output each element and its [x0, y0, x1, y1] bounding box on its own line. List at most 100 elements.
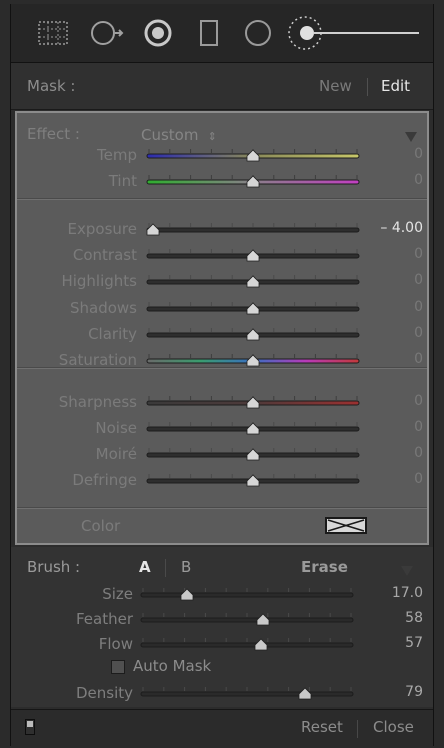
adjustment-label-highlights: Highlights: [61, 272, 137, 290]
brush-value-size[interactable]: 17.0: [363, 585, 423, 601]
effect-preset-value: Custom: [141, 126, 199, 144]
panel-switch-icon[interactable]: [25, 719, 35, 739]
adjustment-value-defringe[interactable]: 0: [363, 471, 423, 487]
slider-moire[interactable]: [145, 446, 361, 461]
slider-thumb: [246, 149, 260, 162]
slider-thumb: [246, 249, 260, 262]
new-mask-button[interactable]: New: [319, 77, 352, 95]
brush-value-density[interactable]: 79: [363, 684, 423, 700]
adjustment-value-shadows[interactable]: 0: [363, 299, 423, 315]
adjustment-label-moire: Moiré: [95, 445, 137, 463]
slider-contrast[interactable]: [145, 247, 361, 262]
adjustment-label-exposure: Exposure: [67, 220, 137, 238]
slider-thumb: [246, 275, 260, 288]
slider-track: [140, 592, 354, 598]
slider-noise[interactable]: [145, 420, 361, 435]
effect-preset-dropdown[interactable]: Custom ⇕: [141, 125, 217, 144]
slider-highlights[interactable]: [145, 273, 361, 288]
adjustment-label-contrast: Contrast: [72, 246, 137, 264]
up-down-arrows-icon: ⇕: [207, 130, 217, 143]
slider-defringe[interactable]: [145, 472, 361, 487]
effect-label: Effect :: [27, 125, 80, 143]
slider-thumb: [246, 448, 260, 461]
slider-thumb: [246, 302, 260, 315]
brush-erase-button[interactable]: Erase: [301, 558, 348, 576]
spot-removal-icon[interactable]: [89, 18, 129, 52]
slider-thumb: [246, 354, 260, 367]
brush-collapse-triangle-icon[interactable]: [401, 561, 413, 580]
brush-label-size: Size: [102, 585, 133, 603]
auto-mask-label: Auto Mask: [133, 657, 212, 675]
red-eye-icon[interactable]: [143, 18, 173, 52]
tool-strip: [11, 4, 433, 63]
brush-slider-size[interactable]: [139, 586, 355, 601]
brush-value-flow[interactable]: 57: [363, 635, 423, 651]
close-button[interactable]: Close: [373, 718, 414, 736]
brush-label-flow: Flow: [98, 635, 133, 653]
section-divider: [17, 507, 427, 509]
slider-track: [140, 642, 354, 648]
slider-thumb: [254, 638, 268, 651]
develop-panel: Mask : New Edit Effect : Custom ⇕ Temp 0 T…: [10, 4, 434, 747]
adjustment-label-tint: Tint: [108, 172, 137, 190]
adjustment-value-clarity[interactable]: 0: [363, 325, 423, 341]
slider-thumb: [246, 422, 260, 435]
adjustment-label-defringe: Defringe: [72, 471, 137, 489]
adjustment-label-sharpness: Sharpness: [58, 393, 137, 411]
adjustment-value-saturation[interactable]: 0: [363, 351, 423, 367]
brush-b-button[interactable]: B: [181, 558, 191, 576]
graduated-filter-icon[interactable]: [197, 18, 221, 52]
section-divider: [17, 367, 427, 369]
slider-shadows[interactable]: [145, 300, 361, 315]
slider-track: [140, 691, 354, 697]
adjustment-value-sharpness[interactable]: 0: [363, 393, 423, 409]
section-divider: [17, 198, 427, 200]
slider-temp[interactable]: [145, 147, 361, 162]
slider-thumb: [246, 474, 260, 487]
brush-section: Brush : A B Erase Size 17.0 Feather 58 Flow 5…: [11, 547, 433, 707]
adjustment-label-noise: Noise: [95, 419, 137, 437]
edit-mask-button[interactable]: Edit: [381, 77, 410, 95]
reset-button[interactable]: Reset: [301, 718, 343, 736]
brush-slider-flow[interactable]: [139, 636, 355, 651]
slider-thumb: [180, 588, 194, 601]
adjustment-value-contrast[interactable]: 0: [363, 246, 423, 262]
slider-tint[interactable]: [145, 173, 361, 188]
slider-saturation[interactable]: [145, 352, 361, 367]
brush-label: Brush :: [27, 558, 81, 576]
mask-label: Mask :: [27, 77, 76, 95]
footer-divider: [357, 720, 358, 738]
slider-track: [146, 227, 360, 233]
adjustment-value-moire[interactable]: 0: [363, 445, 423, 461]
brush-slider-density[interactable]: [139, 685, 355, 700]
no-color-swatch-icon[interactable]: [325, 517, 367, 538]
brush-a-button[interactable]: A: [139, 558, 151, 576]
brush-divider: [165, 559, 166, 577]
slider-track: [140, 617, 354, 623]
adjustment-brush-icon[interactable]: [287, 14, 423, 56]
slider-thumb: [246, 396, 260, 409]
slider-thumb: [246, 175, 260, 188]
adjustments-panel: Effect : Custom ⇕ Temp 0 Tint 0 Exposure – 4.…: [15, 111, 429, 545]
adjustment-value-exposure[interactable]: – 4.00: [363, 220, 423, 236]
radial-filter-icon[interactable]: [243, 18, 273, 52]
adjustment-label-shadows: Shadows: [69, 299, 137, 317]
adjustment-value-noise[interactable]: 0: [363, 419, 423, 435]
mask-row: Mask : New Edit: [11, 63, 433, 110]
brush-label-feather: Feather: [75, 610, 133, 628]
crop-overlay-icon[interactable]: [35, 18, 71, 52]
collapse-triangle-icon[interactable]: [405, 127, 417, 146]
brush-value-feather[interactable]: 58: [363, 610, 423, 626]
slider-thumb: [256, 613, 270, 626]
slider-exposure[interactable]: [145, 221, 361, 236]
slider-sharpness[interactable]: [145, 394, 361, 409]
auto-mask-checkbox[interactable]: [111, 660, 125, 674]
adjustment-label-clarity: Clarity: [88, 325, 137, 343]
brush-label-density: Density: [75, 684, 133, 702]
adjustment-value-tint[interactable]: 0: [363, 172, 423, 188]
adjustment-value-temp[interactable]: 0: [363, 146, 423, 162]
brush-slider-feather[interactable]: [139, 611, 355, 626]
slider-clarity[interactable]: [145, 326, 361, 341]
slider-thumb: [246, 328, 260, 341]
adjustment-value-highlights[interactable]: 0: [363, 272, 423, 288]
